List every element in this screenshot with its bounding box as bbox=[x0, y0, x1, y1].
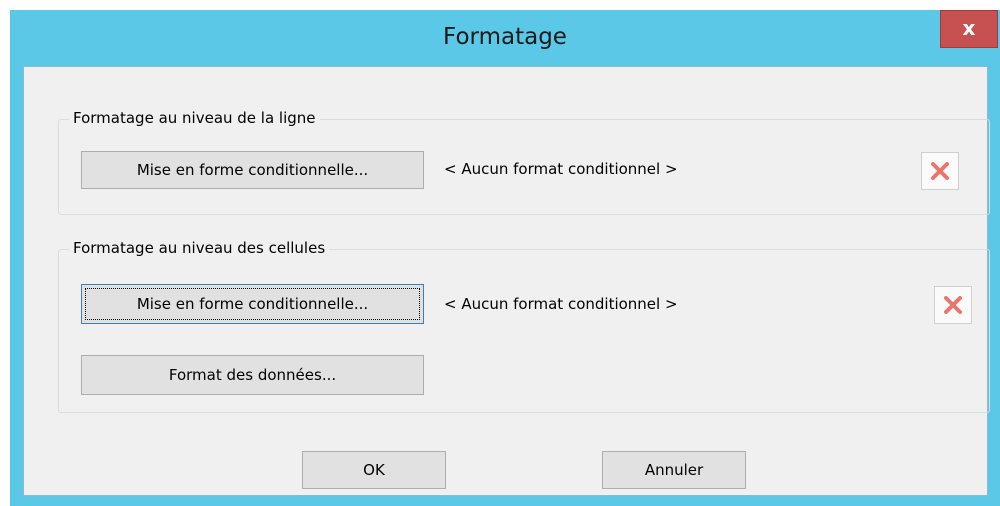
cell-formatting-group: Formatage au niveau des cellules Mise en… bbox=[58, 239, 990, 413]
row-formatting-group: Formatage au niveau de la ligne Mise en … bbox=[58, 109, 990, 215]
ok-button[interactable]: OK bbox=[302, 451, 446, 489]
cell-conditional-format-button[interactable]: Mise en forme conditionnelle... bbox=[81, 284, 424, 324]
dialog-window: Formatage x Formatage au niveau de la li… bbox=[10, 10, 1000, 506]
row-group-legend: Formatage au niveau de la ligne bbox=[69, 109, 320, 127]
dialog-body: Formatage au niveau de la ligne Mise en … bbox=[23, 66, 990, 496]
cell-conditional-format-label: Mise en forme conditionnelle... bbox=[136, 295, 369, 313]
remove-x-icon bbox=[944, 296, 962, 314]
data-format-label: Format des données... bbox=[168, 366, 337, 384]
cell-remove-format-button[interactable] bbox=[934, 286, 972, 324]
dialog-title: Formatage bbox=[443, 24, 567, 50]
data-format-button[interactable]: Format des données... bbox=[81, 355, 424, 395]
remove-x-icon bbox=[931, 162, 949, 180]
row-remove-format-button[interactable] bbox=[921, 152, 959, 190]
row-conditional-format-button[interactable]: Mise en forme conditionnelle... bbox=[81, 151, 424, 189]
cell-group-legend: Formatage au niveau des cellules bbox=[69, 239, 330, 257]
title-bar[interactable]: Formatage x bbox=[10, 10, 1000, 66]
cancel-button[interactable]: Annuler bbox=[602, 451, 746, 489]
cell-format-status: < Aucun format conditionnel > bbox=[444, 295, 678, 313]
row-format-status: < Aucun format conditionnel > bbox=[444, 160, 678, 178]
row-conditional-format-label: Mise en forme conditionnelle... bbox=[136, 161, 369, 179]
close-button[interactable]: x bbox=[940, 10, 998, 48]
